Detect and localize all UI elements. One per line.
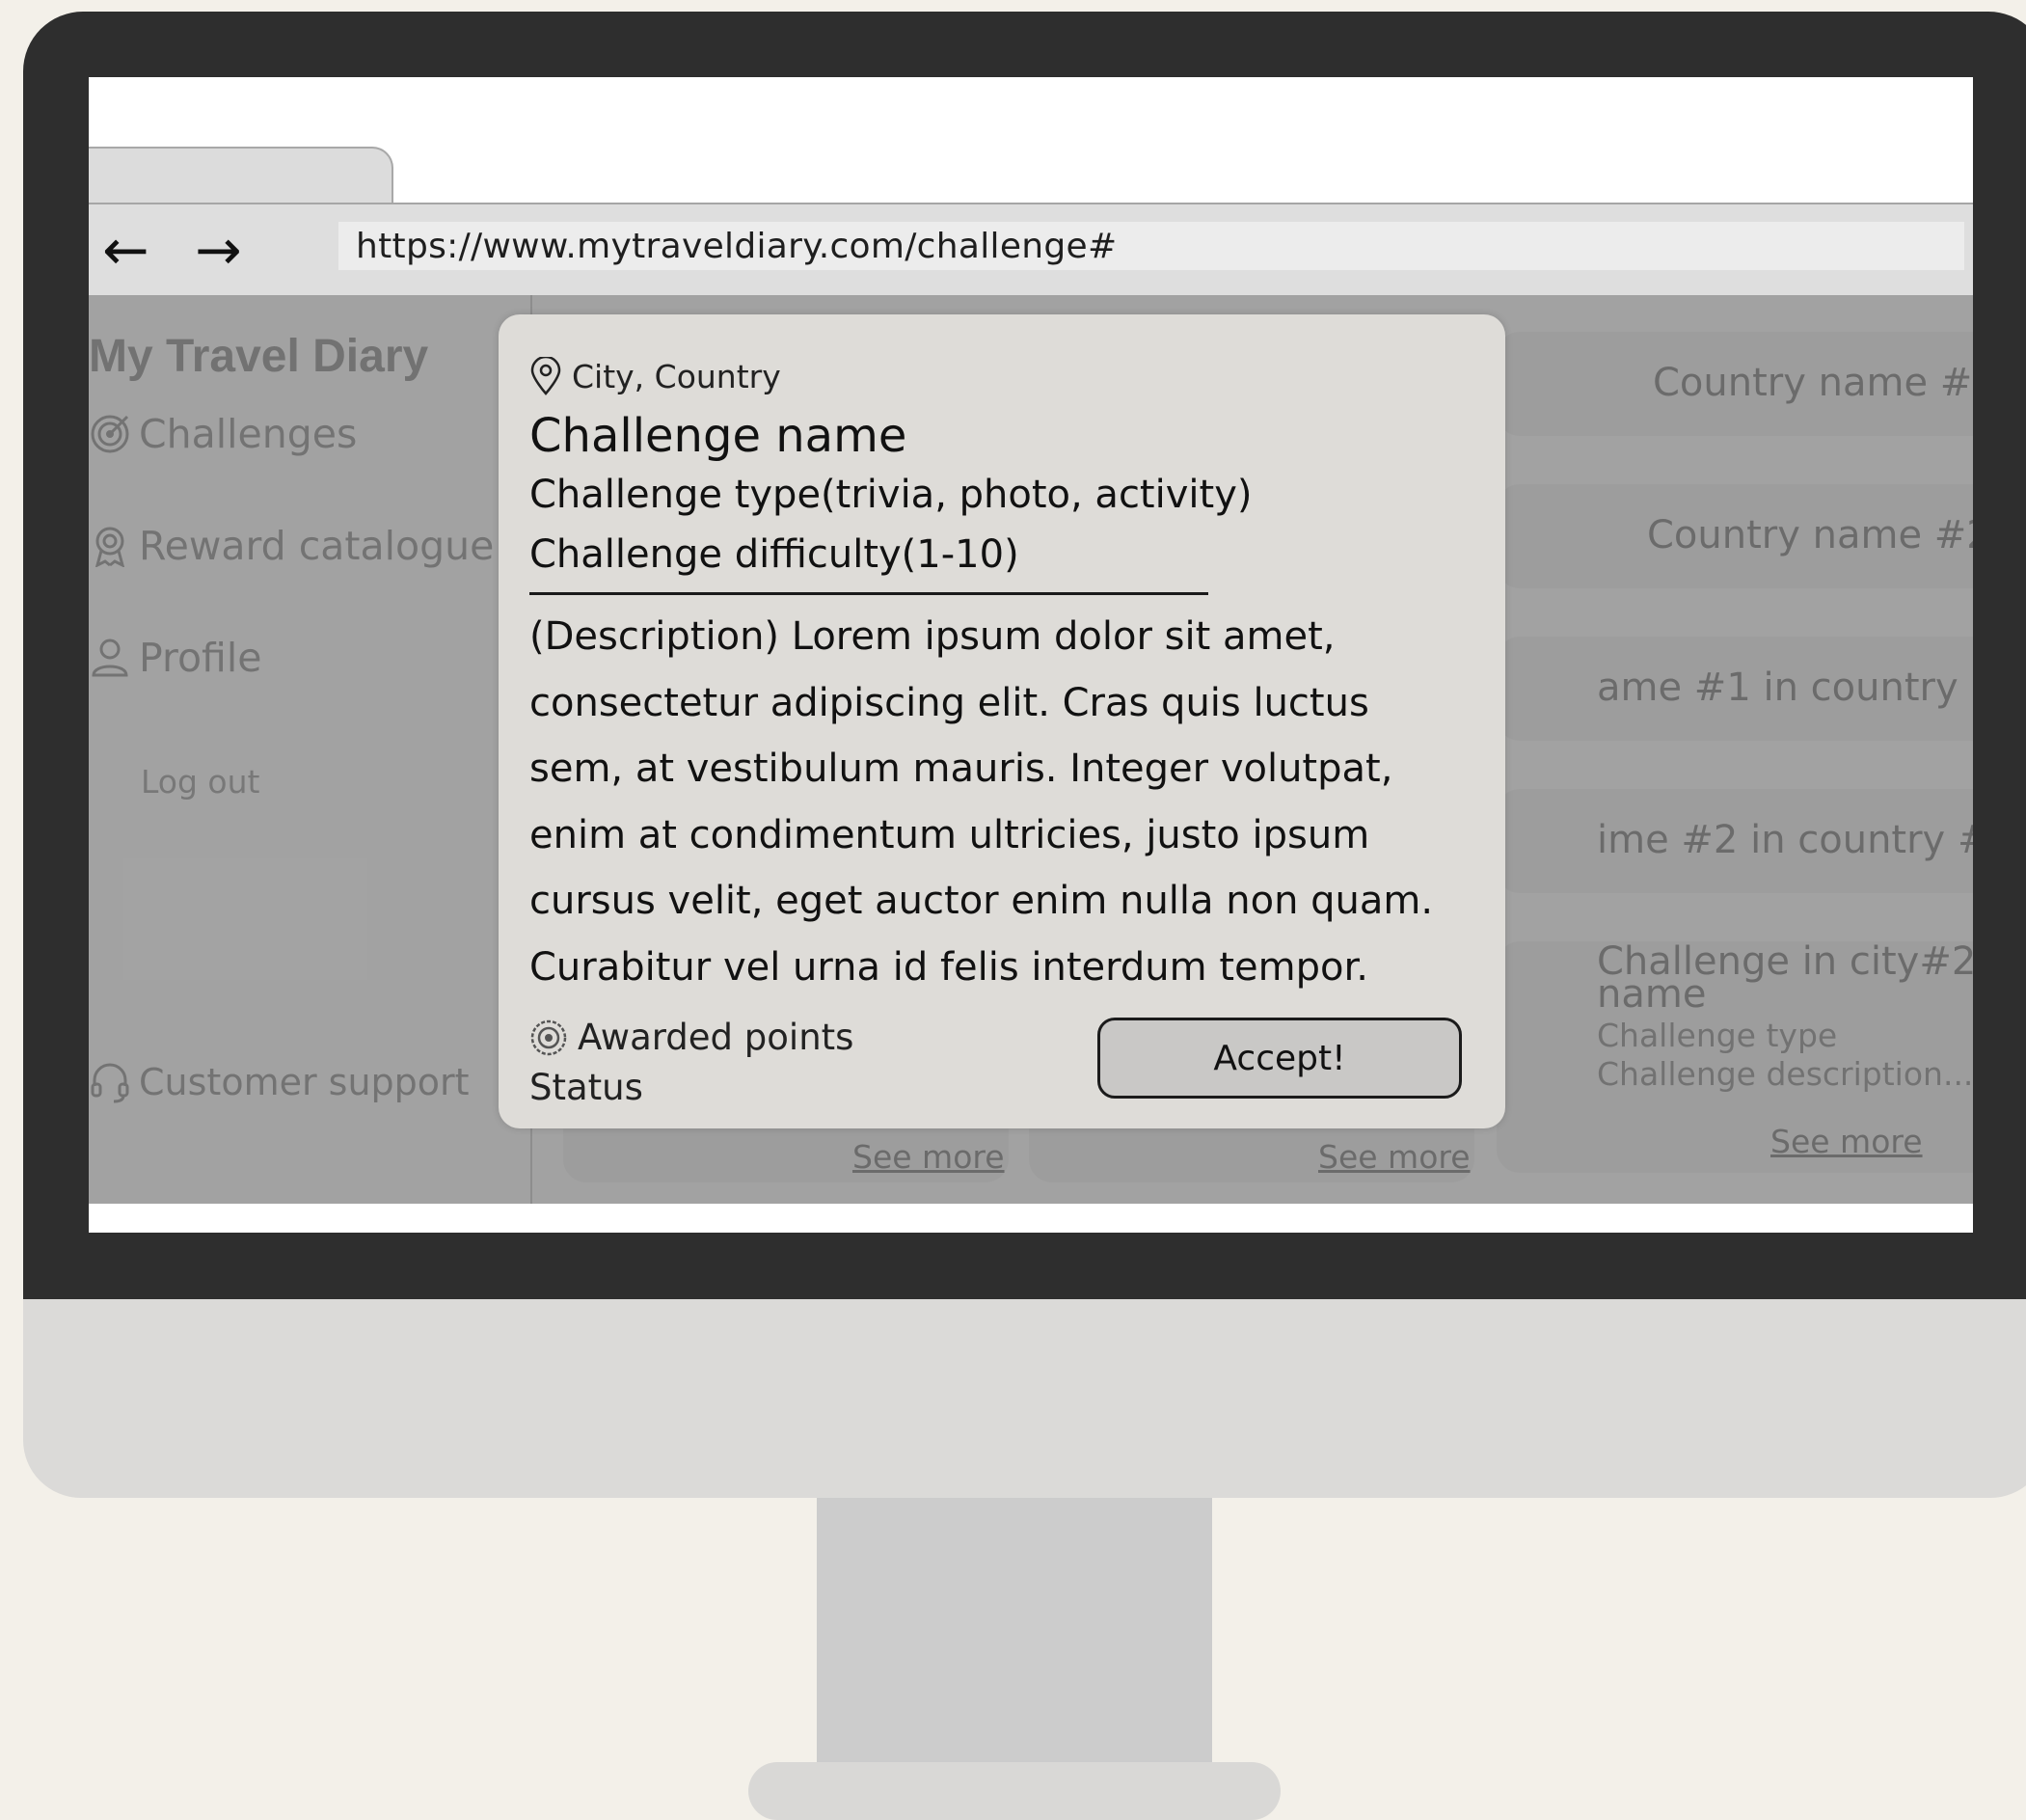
- browser-tab[interactable]: [89, 147, 393, 206]
- description-line: sem, at vestibulum mauris. Integer volut…: [529, 747, 1393, 791]
- accept-button[interactable]: Accept!: [1097, 1018, 1462, 1099]
- challenge-title: Challenge name: [529, 409, 907, 463]
- challenge-modal: City, Country Challenge name Challenge t…: [499, 314, 1505, 1128]
- screen: ← → https://www.mytraveldiary.com/challe…: [89, 77, 1973, 1233]
- location-text: City, Country: [572, 357, 781, 395]
- description-line: enim at condimentum ultricies, justo ips…: [529, 812, 1370, 857]
- monitor-stand-neck: [817, 1498, 1212, 1763]
- divider: [529, 592, 1208, 595]
- screen-bottom-strip: [89, 1204, 1973, 1233]
- description-line: (Description) Lorem ipsum dolor sit amet…: [529, 614, 1336, 659]
- modal-location: City, Country: [529, 357, 781, 395]
- challenge-description: (Description) Lorem ipsum dolor sit amet…: [529, 604, 1474, 1000]
- monitor-chin: [23, 1299, 2026, 1498]
- status-label: Status: [529, 1067, 643, 1108]
- awarded-points: Awarded points: [529, 1017, 853, 1058]
- description-line: consectetur adipiscing elit. Cras quis l…: [529, 680, 1369, 725]
- browser-toolbar: ← → https://www.mytraveldiary.com/challe…: [89, 203, 1973, 297]
- back-arrow-icon[interactable]: ←: [102, 222, 149, 278]
- app-content: My Travel Diary Challenges Reward catalo…: [89, 295, 1973, 1204]
- points-badge-icon: [530, 1019, 567, 1055]
- monitor-stand-foot: [748, 1762, 1281, 1820]
- challenge-difficulty: Challenge difficulty(1-10): [529, 532, 1019, 577]
- description-line: Curabitur vel urna id felis interdum tem…: [529, 944, 1368, 990]
- forward-arrow-icon[interactable]: →: [195, 222, 242, 278]
- address-bar[interactable]: https://www.mytraveldiary.com/challenge#: [338, 222, 1964, 270]
- points-label: Awarded points: [578, 1017, 854, 1058]
- challenge-type: Challenge type(trivia, photo, activity): [529, 473, 1253, 517]
- location-pin-icon: [530, 357, 561, 395]
- description-line: cursus velit, eget auctor enim nulla non…: [529, 879, 1434, 923]
